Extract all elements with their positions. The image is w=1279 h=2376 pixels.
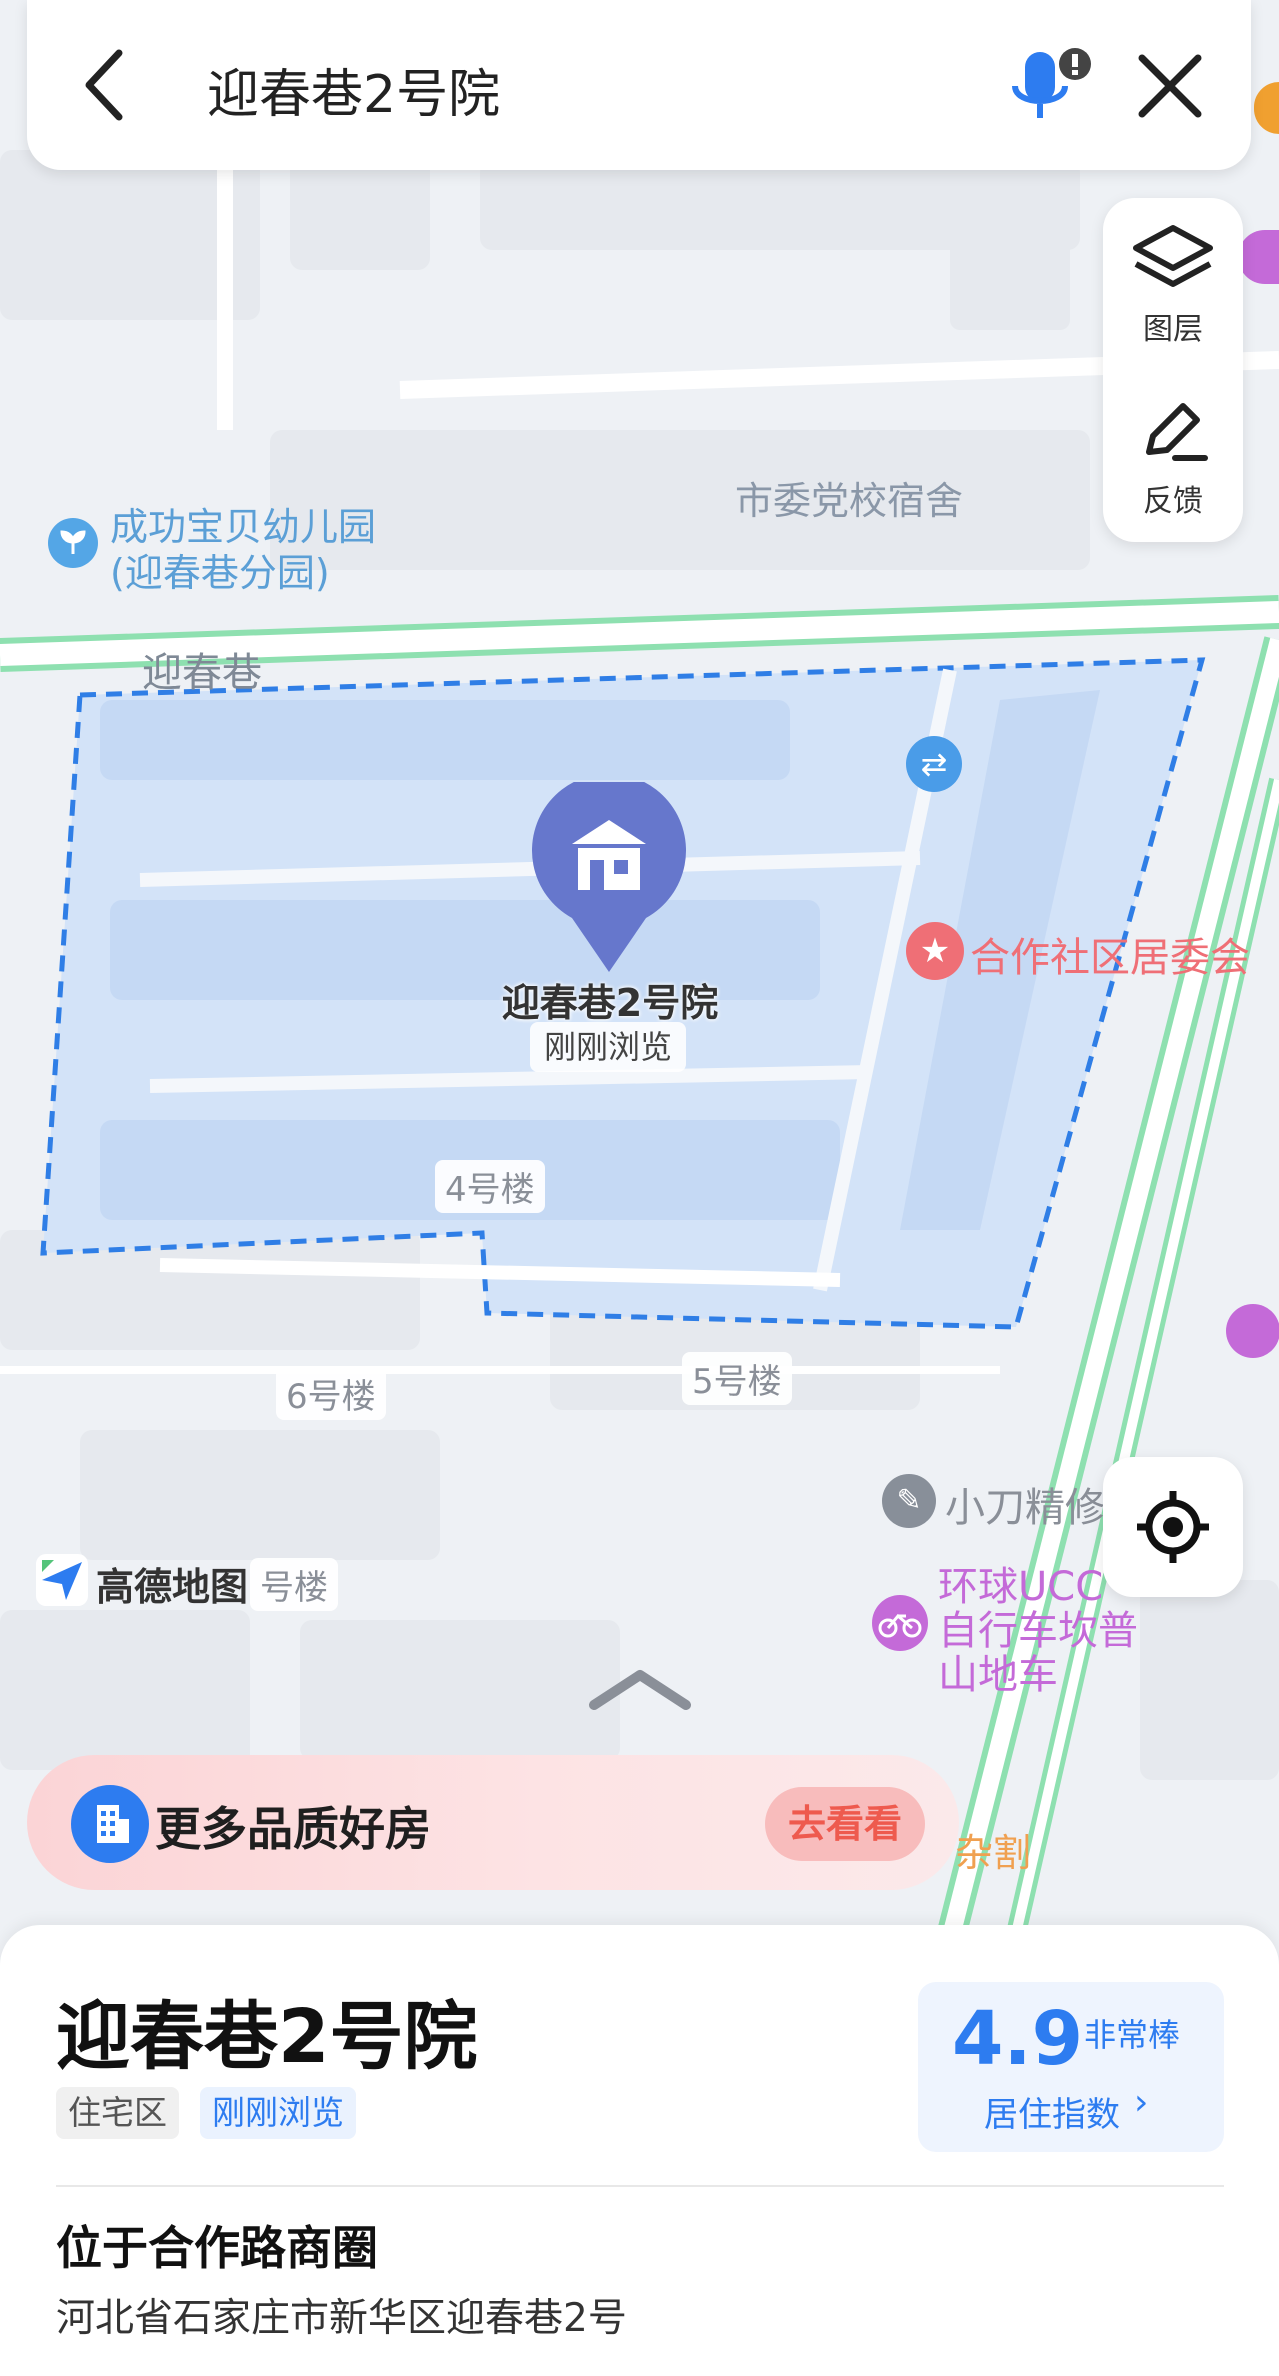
layers-icon — [1133, 225, 1213, 287]
kindergarten-icon[interactable] — [48, 518, 98, 568]
search-query[interactable]: 迎春巷2号院 — [207, 52, 500, 127]
microphone-icon[interactable] — [1007, 42, 1101, 130]
promo-text: 更多品质好房 — [155, 1802, 431, 1856]
divider — [56, 2185, 1224, 2187]
party-school-dorm-label[interactable]: 市委党校宿舍 — [735, 470, 963, 525]
bicycle-glyph-icon — [878, 1613, 922, 1638]
feedback-pencil-icon — [1146, 403, 1208, 461]
back-arrow-icon[interactable] — [77, 45, 137, 125]
building-4-label[interactable]: 4号楼 — [435, 1160, 545, 1213]
close-icon[interactable] — [1132, 48, 1208, 124]
living-index-label: 居住指数 — [984, 2095, 1120, 2135]
building-partial-label[interactable]: 号楼 — [250, 1558, 338, 1611]
marker-title[interactable]: 迎春巷2号院 — [400, 972, 820, 1027]
business-area-title: 位于合作路商圈 — [56, 2221, 378, 2275]
misc-shop-label[interactable]: 杂割 — [955, 1822, 1031, 1877]
living-index-card[interactable]: 4.9 非常棒 居住指数 › — [918, 1982, 1224, 2152]
building-6-label[interactable]: 6号楼 — [276, 1367, 386, 1420]
chevron-up-icon[interactable] — [588, 1665, 692, 1711]
street-name-label: 迎春巷 — [142, 650, 262, 696]
tag-residential: 住宅区 — [56, 2087, 179, 2139]
marker-subtitle: 刚刚浏览 — [530, 1022, 687, 1072]
wrench-icon[interactable]: ✎ — [882, 1474, 936, 1528]
crosshair-icon — [1137, 1491, 1209, 1563]
place-name: 迎春巷2号院 — [56, 1994, 478, 2080]
amap-logo-icon — [36, 1554, 88, 1606]
place-marker[interactable] — [532, 773, 686, 972]
locate-button[interactable] — [1103, 1457, 1243, 1597]
building-5-label[interactable]: 5号楼 — [682, 1352, 792, 1405]
building-icon — [71, 1785, 149, 1863]
map-tool-panel: 图层 反馈 — [1103, 198, 1243, 542]
promo-banner[interactable]: 更多品质好房 去看看 — [27, 1755, 959, 1890]
chevron-right-icon: › — [1134, 2082, 1149, 2123]
community-committee-icon[interactable]: ★ — [906, 922, 964, 980]
bike-shop-label-line3[interactable]: 山地车 — [938, 1642, 1058, 1700]
layers-label: 图层 — [1143, 312, 1203, 347]
promo-go-button[interactable]: 去看看 — [765, 1787, 925, 1861]
place-address[interactable]: 河北省石家庄市新华区迎春巷2号 — [56, 2287, 627, 2343]
feedback-button[interactable]: 反馈 — [1103, 388, 1243, 528]
community-committee-label[interactable]: 合作社区居委会 — [970, 925, 1250, 983]
transfer-icon[interactable]: ⇄ — [906, 736, 962, 792]
repair-shop-label[interactable]: 小刀精修 — [945, 1475, 1105, 1533]
tag-recently-viewed: 刚刚浏览 — [200, 2087, 356, 2139]
amap-brand-text: 高德地图 — [96, 1565, 249, 1609]
bicycle-edge-icon[interactable] — [1226, 1304, 1279, 1358]
living-index-desc: 非常棒 — [1084, 2016, 1181, 2054]
place-detail-sheet: 迎春巷2号院 住宅区 刚刚浏览 4.9 非常棒 居住指数 › 位于合作路商圈 河… — [0, 1925, 1279, 2376]
feedback-label: 反馈 — [1143, 484, 1203, 519]
living-index-score: 4.9 — [952, 1996, 1084, 2082]
search-bar: 迎春巷2号院 — [27, 0, 1251, 170]
layers-button[interactable]: 图层 — [1103, 218, 1243, 348]
kindergarten-name-line2[interactable]: (迎春巷分园) — [110, 542, 330, 597]
